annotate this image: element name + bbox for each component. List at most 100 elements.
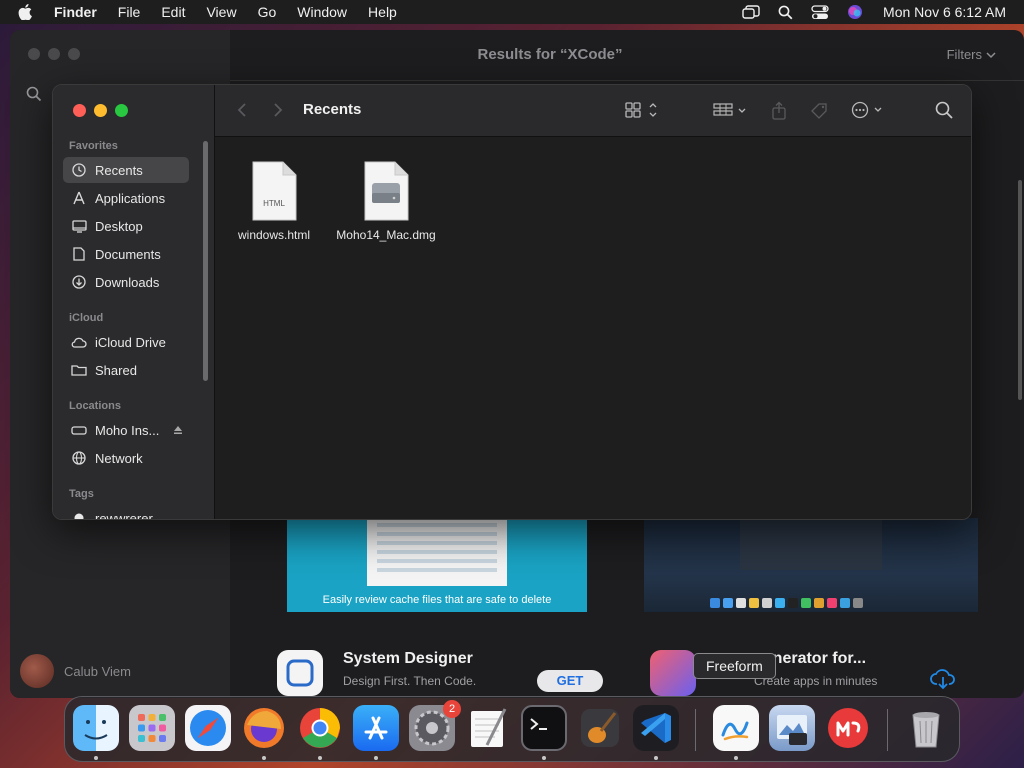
- share-icon[interactable]: [771, 101, 787, 126]
- back-icon[interactable]: [237, 102, 247, 123]
- tag-icon[interactable]: [809, 101, 829, 126]
- search-icon[interactable]: [935, 101, 953, 124]
- file-item-windows-html[interactable]: HTML windows.html: [219, 161, 329, 243]
- sidebar-item-moho-installer[interactable]: Moho Ins...: [63, 417, 189, 443]
- applications-icon: [71, 190, 87, 206]
- sidebar-item-label: Recents: [95, 162, 143, 178]
- app-store-icon[interactable]: [353, 705, 399, 751]
- sidebar-item-tag[interactable]: rewwrerer: [63, 505, 189, 520]
- sidebar-item-applications[interactable]: Applications: [63, 185, 189, 211]
- sidebar-item-recents[interactable]: Recents: [63, 157, 189, 183]
- moho-icon[interactable]: [825, 705, 871, 751]
- store-zoom-button[interactable]: [68, 48, 80, 60]
- sidebar-item-documents[interactable]: Documents: [63, 241, 189, 267]
- finder-window: Favorites Recents Applications Desktop D…: [52, 84, 972, 520]
- shared-folder-icon: [71, 362, 87, 378]
- menu-window[interactable]: Window: [297, 4, 347, 20]
- finder-sidebar: Favorites Recents Applications Desktop D…: [53, 85, 215, 519]
- sidebar-item-label: Shared: [95, 362, 137, 378]
- running-indicator: [542, 756, 546, 760]
- menu-view[interactable]: View: [206, 4, 236, 20]
- store-account[interactable]: Calub Viem: [20, 654, 131, 688]
- listing-subtitle: Design First. Then Code.: [343, 674, 477, 688]
- drive-icon: [71, 422, 87, 438]
- sidebar-section-favorites: Favorites: [69, 140, 118, 152]
- app-listing-system-designer[interactable]: System Designer Design First. Then Code.: [277, 650, 476, 696]
- sidebar-item-downloads[interactable]: Downloads: [63, 269, 189, 295]
- menu-go[interactable]: Go: [258, 4, 277, 20]
- menu-edit[interactable]: Edit: [161, 4, 185, 20]
- close-button[interactable]: [73, 104, 86, 117]
- sidebar-scrollbar[interactable]: [203, 141, 208, 381]
- store-search-icon[interactable]: [26, 86, 42, 107]
- store-scrollbar[interactable]: [1018, 180, 1022, 400]
- forward-icon[interactable]: [273, 102, 283, 123]
- running-indicator: [374, 756, 378, 760]
- disk-image-icon: [363, 161, 409, 221]
- sidebar-item-label: Downloads: [95, 274, 160, 290]
- sidebar-item-shared[interactable]: Shared: [63, 357, 189, 383]
- listing-name: System Designer: [343, 650, 473, 667]
- freeform-icon[interactable]: [713, 705, 759, 751]
- tag-dot-icon: [71, 510, 87, 519]
- trash-icon[interactable]: [903, 705, 949, 751]
- finder-toolbar: Recents: [215, 85, 971, 137]
- icon-view-icon[interactable]: [625, 101, 661, 124]
- sidebar-item-icloud-drive[interactable]: iCloud Drive: [63, 329, 189, 355]
- menu-help[interactable]: Help: [368, 4, 397, 20]
- store-minimize-button[interactable]: [48, 48, 60, 60]
- vscode-icon[interactable]: [633, 705, 679, 751]
- store-user-name: Calub Viem: [64, 663, 131, 679]
- store-filters-button[interactable]: Filters: [947, 47, 996, 62]
- eject-icon[interactable]: [173, 423, 183, 438]
- firefox-icon[interactable]: [241, 705, 287, 751]
- running-indicator: [318, 756, 322, 760]
- chrome-icon[interactable]: [297, 705, 343, 751]
- filters-label: Filters: [946, 47, 982, 62]
- more-actions-icon[interactable]: [851, 101, 887, 124]
- app-screenshot-1[interactable]: Easily review cache files that are safe …: [287, 518, 587, 612]
- screen-mirroring-icon[interactable]: [742, 5, 760, 19]
- store-close-button[interactable]: [28, 48, 40, 60]
- group-by-icon[interactable]: [713, 101, 749, 124]
- notification-badge: 2: [443, 700, 461, 718]
- sidebar-section-icloud: iCloud: [69, 312, 104, 324]
- running-indicator: [262, 756, 266, 760]
- sidebar-item-label: rewwrerer: [95, 510, 153, 520]
- app-screenshot-2[interactable]: [644, 518, 978, 612]
- apple-menu-icon[interactable]: [18, 4, 40, 20]
- finder-window-controls: [73, 104, 128, 117]
- finder-content: HTML windows.html Moho14_Mac.dmg: [215, 137, 971, 519]
- spotlight-icon[interactable]: [778, 5, 793, 20]
- control-center-icon[interactable]: [811, 4, 829, 20]
- menu-file[interactable]: File: [118, 4, 141, 20]
- cloud-download-icon[interactable]: [930, 668, 956, 695]
- sidebar-item-desktop[interactable]: Desktop: [63, 213, 189, 239]
- screenshot-caption: Easily review cache files that are safe …: [322, 594, 552, 606]
- garageband-icon[interactable]: [577, 705, 623, 751]
- cloud-icon: [71, 334, 87, 350]
- zoom-button[interactable]: [115, 104, 128, 117]
- chevron-down-icon: [986, 47, 996, 62]
- textedit-icon[interactable]: [465, 705, 511, 751]
- screenshot-window: [367, 518, 507, 586]
- system-settings-icon[interactable]: 2: [409, 700, 461, 751]
- desktop-icon: [71, 218, 87, 234]
- menu-clock[interactable]: Mon Nov 6 6:12 AM: [883, 4, 1006, 20]
- file-item-moho-dmg[interactable]: Moho14_Mac.dmg: [331, 161, 441, 243]
- finder-app-icon[interactable]: [73, 705, 119, 751]
- file-type-badge: HTML: [263, 199, 285, 208]
- safari-icon[interactable]: [185, 705, 231, 751]
- sidebar-item-label: Network: [95, 450, 143, 466]
- sidebar-item-label: iCloud Drive: [95, 334, 166, 350]
- siri-icon[interactable]: [847, 4, 863, 20]
- running-indicator: [654, 756, 658, 760]
- launchpad-icon[interactable]: [129, 705, 175, 751]
- minimize-button[interactable]: [94, 104, 107, 117]
- menu-bar: Finder File Edit View Go Window Help Mon…: [0, 0, 1024, 24]
- terminal-icon[interactable]: [521, 705, 567, 751]
- sidebar-item-network[interactable]: Network: [63, 445, 189, 471]
- preview-icon[interactable]: [769, 705, 815, 751]
- menu-app-finder[interactable]: Finder: [54, 4, 97, 20]
- get-button[interactable]: GET: [537, 670, 603, 692]
